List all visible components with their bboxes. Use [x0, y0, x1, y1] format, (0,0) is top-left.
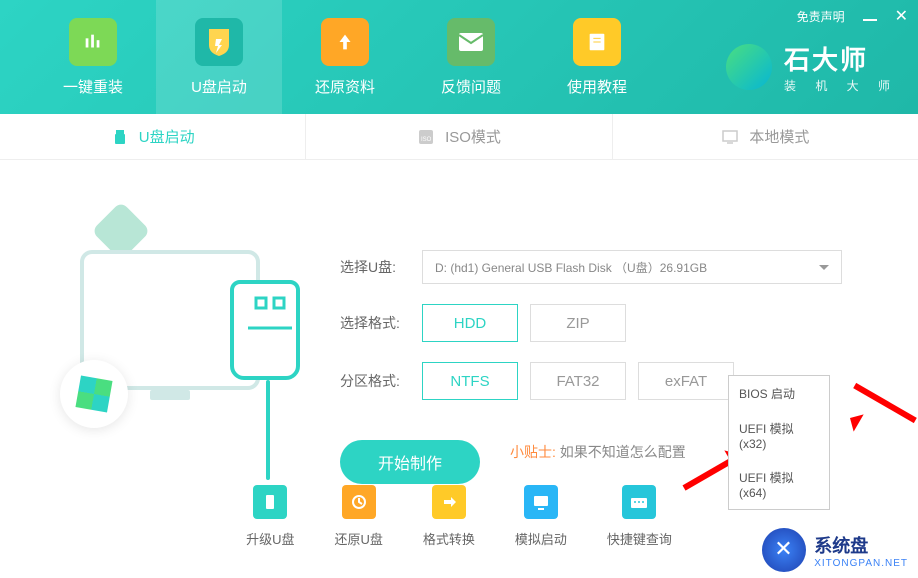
restore-icon [342, 485, 376, 519]
tip-label: 小贴士: [510, 444, 556, 460]
tab-iso-mode[interactable]: ISO ISO模式 [306, 114, 612, 159]
format-option-zip[interactable]: ZIP [530, 304, 626, 342]
tab-label: ISO模式 [445, 126, 501, 147]
tool-restore-usb[interactable]: 还原U盘 [334, 485, 382, 548]
tool-upgrade-usb[interactable]: 升级U盘 [246, 485, 294, 548]
annotation-arrow [830, 340, 918, 440]
popup-item-uefi64[interactable]: UEFI 模拟(x64) [729, 460, 829, 509]
app-header: 免责声明 ✕ 一键重装 U盘启动 还原资料 反馈问题 [0, 0, 918, 114]
format-label: 选择格式: [340, 313, 410, 333]
nav-feedback[interactable]: 反馈问题 [408, 0, 534, 114]
usb-drive-select[interactable]: D: (hd1) General USB Flash Disk （U盘）26.9… [422, 250, 842, 284]
tool-label: 格式转换 [423, 529, 475, 548]
windows-icon [75, 375, 112, 412]
tool-simulate-boot[interactable]: 模拟启动 [515, 485, 567, 548]
watermark-logo-icon [762, 528, 806, 572]
nav-label: 反馈问题 [441, 76, 501, 97]
partition-option-ntfs[interactable]: NTFS [422, 362, 518, 400]
convert-icon [432, 485, 466, 519]
windows-badge [60, 360, 128, 428]
usb-shield-icon [195, 18, 243, 66]
tab-label: U盘启动 [139, 126, 195, 147]
nav-label: 还原资料 [315, 76, 375, 97]
brand-title: 石大师 [784, 40, 898, 77]
brand-subtitle: 装 机 大 师 [784, 77, 898, 94]
chevron-down-icon [819, 265, 829, 275]
simulate-icon [524, 485, 558, 519]
tool-label: 还原U盘 [334, 529, 382, 548]
watermark-url: XITONGPAN.NET [814, 558, 908, 569]
select-value: D: (hd1) General USB Flash Disk （U盘）26.9… [435, 259, 707, 276]
watermark-title: 系统盘 [814, 532, 908, 558]
popup-item-bios[interactable]: BIOS 启动 [729, 376, 829, 411]
brand: 石大师 装 机 大 师 [726, 40, 898, 94]
usb-illustration [40, 190, 300, 470]
tab-usb-boot[interactable]: U盘启动 [0, 114, 306, 159]
tool-label: 升级U盘 [246, 529, 294, 548]
usb-plug-illustration [230, 280, 300, 380]
monitor-icon [721, 128, 739, 146]
nav-restore[interactable]: 还原资料 [282, 0, 408, 114]
nav-label: U盘启动 [191, 76, 247, 97]
svg-text:ISO: ISO [421, 137, 432, 143]
select-usb-label: 选择U盘: [340, 257, 410, 277]
boot-mode-popup: BIOS 启动 UEFI 模拟(x32) UEFI 模拟(x64) [728, 375, 830, 510]
nav-tutorial[interactable]: 使用教程 [534, 0, 660, 114]
usb-upgrade-icon [253, 485, 287, 519]
nav-usb-boot[interactable]: U盘启动 [156, 0, 282, 114]
book-icon [573, 18, 621, 66]
iso-icon: ISO [417, 128, 435, 146]
tab-local-mode[interactable]: 本地模式 [613, 114, 918, 159]
brand-logo-icon [726, 44, 772, 90]
nav-label: 使用教程 [567, 76, 627, 97]
bars-icon [69, 18, 117, 66]
popup-item-uefi32[interactable]: UEFI 模拟(x32) [729, 411, 829, 460]
format-option-hdd[interactable]: HDD [422, 304, 518, 342]
tool-hotkey-query[interactable]: 快捷键查询 [607, 485, 672, 548]
minimize-icon [863, 19, 877, 21]
watermark: 系统盘 XITONGPAN.NET [752, 522, 918, 578]
partition-option-fat32[interactable]: FAT32 [530, 362, 626, 400]
minimize-button[interactable] [863, 10, 877, 24]
tool-format-convert[interactable]: 格式转换 [423, 485, 475, 548]
close-button[interactable]: ✕ [895, 9, 908, 25]
mode-tabs: U盘启动 ISO ISO模式 本地模式 [0, 114, 918, 160]
partition-option-exfat[interactable]: exFAT [638, 362, 734, 400]
main-nav: 一键重装 U盘启动 还原资料 反馈问题 使用教程 [0, 0, 660, 114]
nav-label: 一键重装 [63, 76, 123, 97]
nav-reinstall[interactable]: 一键重装 [30, 0, 156, 114]
tool-label: 快捷键查询 [607, 529, 672, 548]
keyboard-icon [622, 485, 656, 519]
disclaimer-link[interactable]: 免责声明 [797, 8, 845, 25]
tip-text: 如果不知道怎么配置 [560, 444, 686, 460]
partition-label: 分区格式: [340, 371, 410, 391]
tool-label: 模拟启动 [515, 529, 567, 548]
tab-label: 本地模式 [749, 126, 809, 147]
mail-icon [447, 18, 495, 66]
start-create-button[interactable]: 开始制作 [340, 440, 480, 484]
usb-icon [111, 128, 129, 146]
upload-icon [321, 18, 369, 66]
window-controls: 免责声明 ✕ [797, 8, 908, 25]
